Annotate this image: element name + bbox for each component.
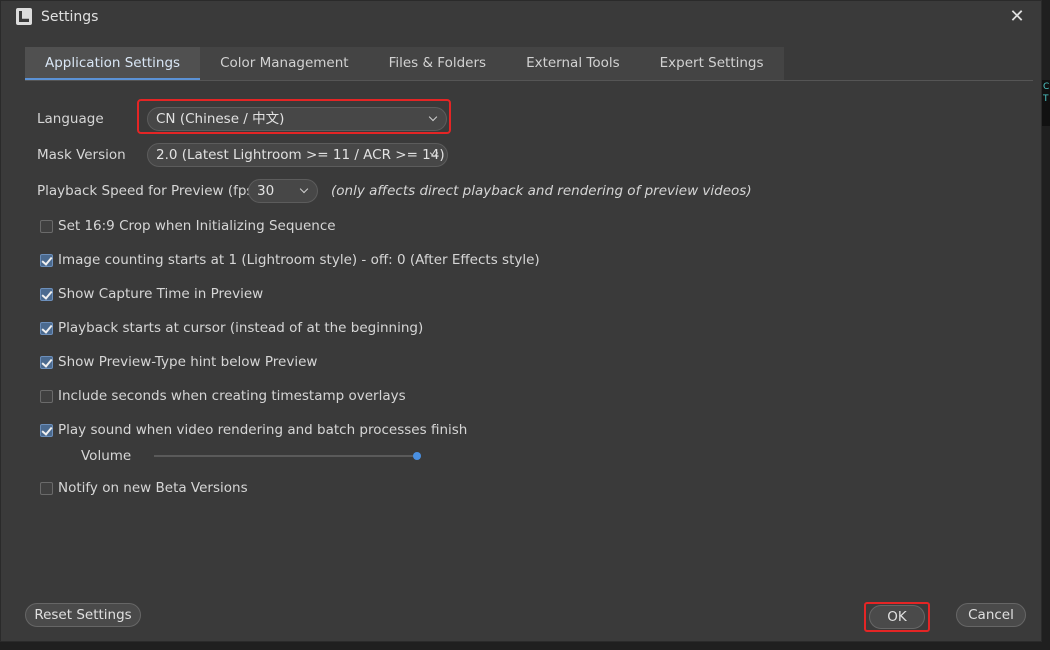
checkbox-box[interactable]	[40, 481, 53, 495]
settings-dialog: Settings ✕ Application Settings Color Ma…	[0, 0, 1042, 642]
checkbox-timestamp-seconds[interactable]: Include seconds when creating timestamp …	[40, 388, 406, 404]
tab-files-folders[interactable]: Files & Folders	[368, 47, 507, 80]
reset-settings-button[interactable]: Reset Settings	[25, 603, 141, 627]
checkbox-box[interactable]	[40, 321, 53, 335]
checkbox-beta-notify[interactable]: Notify on new Beta Versions	[40, 480, 248, 496]
tab-divider	[25, 80, 1033, 81]
window-title: Settings	[41, 9, 99, 25]
playback-speed-value: 30	[257, 183, 275, 199]
checkbox-preview-type-hint[interactable]: Show Preview-Type hint below Preview	[40, 354, 317, 370]
playback-speed-select[interactable]: 30	[248, 179, 318, 203]
checkbox-label: Set 16:9 Crop when Initializing Sequence	[58, 218, 336, 234]
tab-color-management[interactable]: Color Management	[200, 47, 369, 80]
title-bar: Settings ✕	[1, 1, 1041, 33]
checkbox-play-sound[interactable]: Play sound when video rendering and batc…	[40, 422, 467, 438]
checkbox-crop-16-9[interactable]: Set 16:9 Crop when Initializing Sequence	[40, 218, 336, 234]
ok-highlight-box	[864, 602, 930, 632]
checkbox-label: Show Capture Time in Preview	[58, 286, 264, 302]
background-editor-strip: C T	[1042, 80, 1050, 126]
checkbox-label: Include seconds when creating timestamp …	[58, 388, 406, 404]
mask-version-value: 2.0 (Latest Lightroom >= 11 / ACR >= 14)	[156, 147, 445, 163]
mask-version-label: Mask Version	[37, 147, 126, 163]
language-highlight-box	[137, 99, 451, 134]
checkbox-image-counting[interactable]: Image counting starts at 1 (Lightroom st…	[40, 252, 540, 268]
tab-expert-settings[interactable]: Expert Settings	[639, 47, 784, 80]
volume-slider-fill	[154, 455, 417, 457]
chevron-down-icon	[299, 180, 309, 202]
checkbox-playback-cursor[interactable]: Playback starts at cursor (instead of at…	[40, 320, 423, 336]
checkbox-box[interactable]	[40, 219, 53, 233]
volume-label: Volume	[81, 448, 132, 464]
playback-speed-label: Playback Speed for Preview (fps)	[37, 183, 259, 199]
checkbox-label: Show Preview-Type hint below Preview	[58, 354, 318, 370]
tab-bar: Application Settings Color Management Fi…	[25, 47, 784, 80]
tab-external-tools[interactable]: External Tools	[506, 47, 640, 80]
close-icon[interactable]: ✕	[1007, 7, 1027, 27]
mask-version-select[interactable]: 2.0 (Latest Lightroom >= 11 / ACR >= 14)	[147, 143, 448, 167]
checkbox-label: Play sound when video rendering and batc…	[58, 422, 468, 438]
tab-application-settings[interactable]: Application Settings	[25, 47, 201, 80]
checkbox-label: Image counting starts at 1 (Lightroom st…	[58, 252, 540, 268]
checkbox-label: Notify on new Beta Versions	[58, 480, 248, 496]
checkbox-box[interactable]	[40, 423, 53, 437]
checkbox-box[interactable]	[40, 253, 53, 267]
app-logo-icon	[16, 8, 32, 25]
volume-slider-handle[interactable]	[413, 452, 421, 460]
playback-speed-note: (only affects direct playback and render…	[331, 183, 752, 199]
checkbox-box[interactable]	[40, 355, 53, 369]
checkbox-box[interactable]	[40, 287, 53, 301]
checkbox-label: Playback starts at cursor (instead of at…	[58, 320, 424, 336]
checkbox-capture-time[interactable]: Show Capture Time in Preview	[40, 286, 263, 302]
checkbox-box[interactable]	[40, 389, 53, 403]
volume-slider[interactable]	[154, 452, 421, 460]
side-strip-text-1: C	[1043, 82, 1050, 92]
language-label: Language	[37, 111, 104, 127]
chevron-down-icon	[429, 144, 439, 166]
cancel-button[interactable]: Cancel	[956, 603, 1026, 627]
side-strip-text-2: T	[1043, 94, 1049, 104]
